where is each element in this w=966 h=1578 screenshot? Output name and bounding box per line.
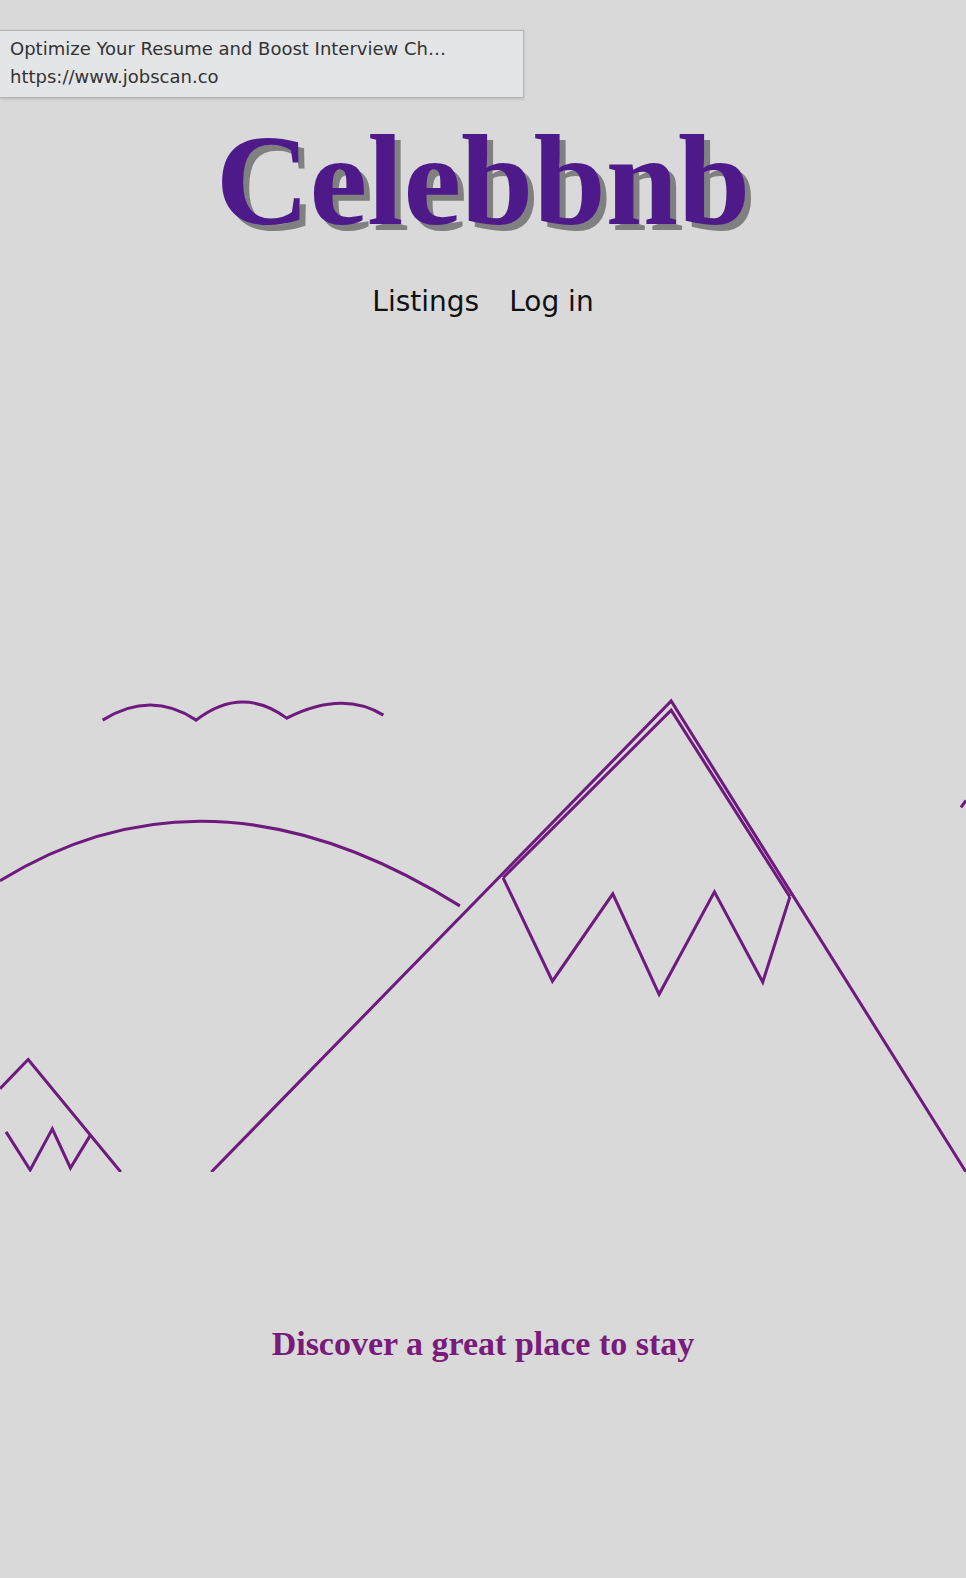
page: Optimize Your Resume and Boost Interview… [0, 0, 966, 1578]
main-nav: Listings Log in [372, 282, 593, 322]
mountains-icon [0, 690, 966, 1172]
tagline: Discover a great place to stay [272, 1322, 695, 1366]
nav-link[interactable]: Listings [372, 282, 479, 322]
site-logo[interactable]: Celebbnb [216, 100, 751, 260]
link-tooltip: Optimize Your Resume and Boost Interview… [0, 30, 524, 98]
tooltip-title: Optimize Your Resume and Boost Interview… [10, 35, 513, 63]
nav-link[interactable]: Log in [509, 282, 593, 322]
tooltip-url: https://www.jobscan.co [10, 63, 513, 91]
